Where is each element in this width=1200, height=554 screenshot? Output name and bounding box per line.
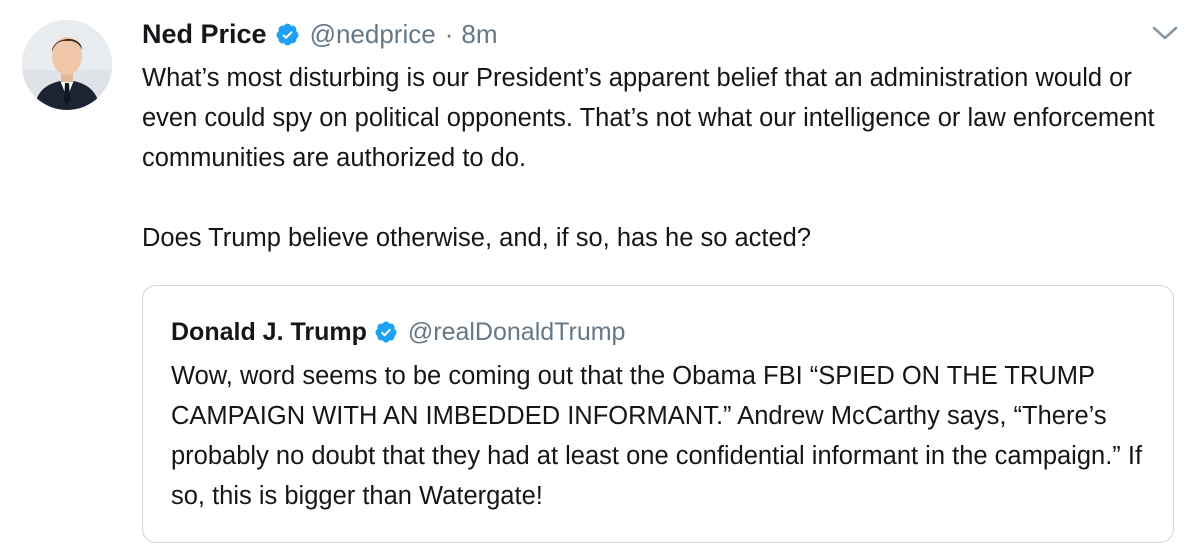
quoted-tweet[interactable]: Donald J. Trump @realDonaldTrump Wow, wo… <box>142 285 1174 543</box>
quoted-author-handle: @realDonaldTrump <box>407 317 626 346</box>
author-name[interactable]: Ned Price <box>142 19 267 50</box>
avatar[interactable] <box>22 20 112 110</box>
quoted-author-name: Donald J. Trump <box>171 317 367 346</box>
tweet-paragraph: Does Trump believe otherwise, and, if so… <box>142 224 812 252</box>
chevron-down-icon[interactable] <box>1150 22 1180 44</box>
separator-dot: · <box>444 18 454 49</box>
tweet-paragraph: What’s most disturbing is our President’… <box>142 64 1155 172</box>
quoted-tweet-header: Donald J. Trump @realDonaldTrump <box>171 314 625 350</box>
timestamp[interactable]: 8m <box>461 19 497 50</box>
verified-badge-icon <box>375 321 397 343</box>
author-handle[interactable]: @nedprice <box>310 19 436 50</box>
avatar-image <box>22 20 112 110</box>
tweet-header: Ned Price @nedprice · 8m <box>142 14 498 54</box>
tweet-card: Ned Price @nedprice · 8m What’s most dis… <box>0 0 1200 554</box>
verified-badge-icon <box>276 23 298 45</box>
tweet-text: What’s most disturbing is our President’… <box>142 58 1182 258</box>
quoted-tweet-text: Wow, word seems to be coming out that th… <box>171 362 1143 510</box>
